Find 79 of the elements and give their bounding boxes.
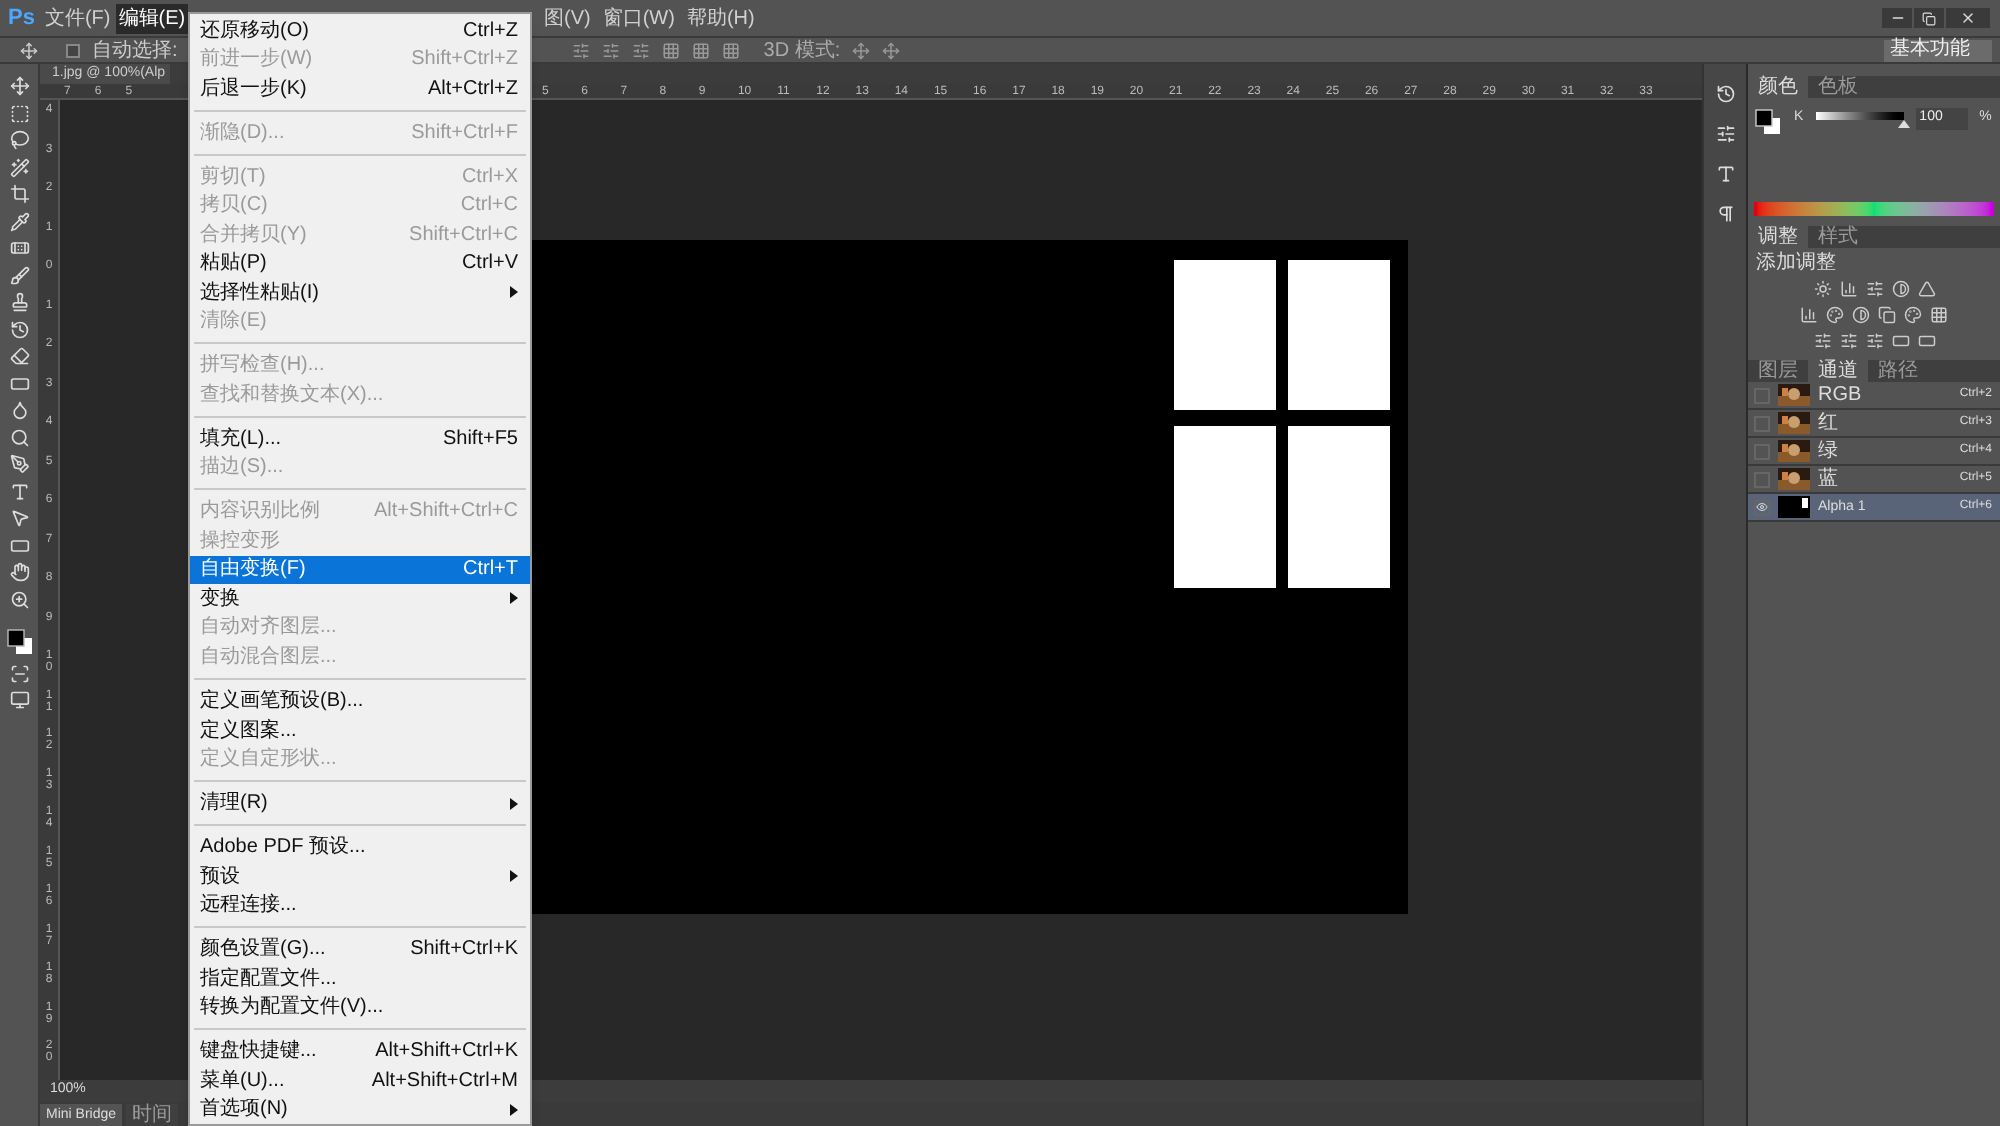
- channel-name: 红: [1818, 413, 1838, 433]
- panel-tab[interactable]: 调整: [1748, 226, 1808, 248]
- brightness-icon[interactable]: [1813, 280, 1831, 298]
- rectangle-icon[interactable]: [9, 535, 29, 555]
- menu-item[interactable]: 指定配置文件...: [190, 963, 530, 993]
- menu-item[interactable]: 颜色设置(G)... Shift+Ctrl+K: [190, 934, 530, 964]
- panel-tab[interactable]: 通道: [1808, 360, 1868, 382]
- restore-button[interactable]: [1914, 8, 1944, 28]
- menu-item[interactable]: 变换: [190, 584, 530, 614]
- panel-tab[interactable]: 颜色: [1748, 76, 1808, 98]
- menu-bar-item[interactable]: 帮助(H): [686, 3, 755, 33]
- zoom-icon[interactable]: [9, 589, 29, 609]
- pen-icon[interactable]: [9, 454, 29, 474]
- visibility-toggle[interactable]: [1754, 499, 1770, 515]
- history-icon[interactable]: [1715, 84, 1735, 104]
- color-balance-icon[interactable]: [1826, 306, 1844, 324]
- submenu-arrow-icon: [510, 1103, 518, 1116]
- submenu-arrow-icon: [510, 286, 518, 299]
- close-icon: [1960, 10, 1976, 26]
- workspace-select[interactable]: 基本功能: [1884, 39, 1992, 61]
- mode-3d-label: 3D 模式:: [763, 37, 841, 65]
- menu-item[interactable]: 填充(L)... Shift+F5: [190, 424, 530, 454]
- checkbox[interactable]: [66, 43, 80, 57]
- menu-bar-item[interactable]: 编辑(E): [116, 3, 188, 33]
- submenu-arrow-icon: [510, 797, 518, 810]
- paragraph-icon[interactable]: [1715, 204, 1735, 224]
- submenu-arrow-icon: [510, 870, 518, 883]
- menu-item[interactable]: 定义图案...: [190, 715, 530, 745]
- channel-name: RGB: [1818, 385, 1862, 405]
- eyedropper-icon[interactable]: [9, 211, 29, 231]
- menu-bar-item[interactable]: 文件(F): [42, 3, 113, 33]
- auto-select-label: 自动选择:: [92, 37, 178, 65]
- menu-item[interactable]: 转换为配置文件(V)...: [190, 992, 530, 1022]
- move-icon[interactable]: [20, 41, 38, 59]
- move-3d-icon[interactable]: [882, 41, 901, 59]
- menu-item[interactable]: 还原移动(O) Ctrl+Z: [190, 16, 530, 45]
- pointer-icon[interactable]: [9, 508, 29, 528]
- close-button[interactable]: [1946, 8, 1990, 28]
- lasso-icon[interactable]: [9, 130, 29, 150]
- menu-item[interactable]: 后退一步(K) Alt+Ctrl+Z: [190, 74, 530, 103]
- hand-icon[interactable]: [9, 562, 29, 582]
- menu-item[interactable]: 菜单(U)... Alt+Shift+Ctrl+M: [190, 1065, 530, 1095]
- menu-bar-item[interactable]: 图(V): [544, 3, 591, 33]
- menu-item[interactable]: 键盘快捷键... Alt+Shift+Ctrl+K: [190, 1036, 530, 1066]
- menu-bar-item[interactable]: 窗口(W): [602, 3, 675, 33]
- marquee-icon[interactable]: [9, 103, 29, 123]
- type-icon[interactable]: [9, 481, 29, 501]
- menu-item[interactable]: 清理(R): [190, 788, 530, 818]
- menu-item[interactable]: 选择性粘贴(I): [190, 278, 530, 308]
- crop-icon[interactable]: [9, 184, 29, 204]
- menu-item[interactable]: 自由变换(F) Ctrl+T: [190, 555, 530, 585]
- menu-item[interactable]: 预设: [190, 861, 530, 891]
- menu-item[interactable]: 远程连接...: [190, 890, 530, 920]
- menu-item[interactable]: 粘贴(P) Ctrl+V: [190, 249, 530, 279]
- panel-tab[interactable]: 时间: [126, 1104, 179, 1126]
- screen-mode-icon[interactable]: [9, 690, 29, 710]
- eraser-icon[interactable]: [9, 346, 29, 366]
- channel-name: 蓝: [1818, 469, 1838, 489]
- minimize-button[interactable]: [1882, 8, 1912, 28]
- stamp-icon[interactable]: [9, 292, 29, 312]
- color-swatch-icon[interactable]: [5, 628, 33, 656]
- move-icon[interactable]: [9, 76, 29, 96]
- color-swatch-icon[interactable]: [1754, 108, 1782, 136]
- bandage-icon[interactable]: [9, 238, 29, 258]
- channel-name: 绿: [1818, 441, 1838, 461]
- app-logo: Ps: [6, 3, 37, 34]
- brush-icon[interactable]: [9, 265, 29, 285]
- wand-icon[interactable]: [9, 157, 29, 177]
- restore-icon: [1922, 11, 1936, 25]
- color-spectrum[interactable]: [1754, 202, 1994, 216]
- move-3d-icon[interactable]: [852, 41, 871, 59]
- menu-item[interactable]: 首选项(N): [190, 1094, 530, 1124]
- submenu-arrow-icon: [510, 592, 518, 605]
- menu-item[interactable]: Adobe PDF 预设...: [190, 832, 530, 862]
- levels-icon[interactable]: [1839, 280, 1857, 298]
- droplet-icon[interactable]: [9, 400, 29, 420]
- adjustments-title: 添加调整: [1756, 252, 1838, 276]
- character-icon[interactable]: [1715, 164, 1735, 184]
- menu-item[interactable]: 定义画笔预设(B)...: [190, 686, 530, 716]
